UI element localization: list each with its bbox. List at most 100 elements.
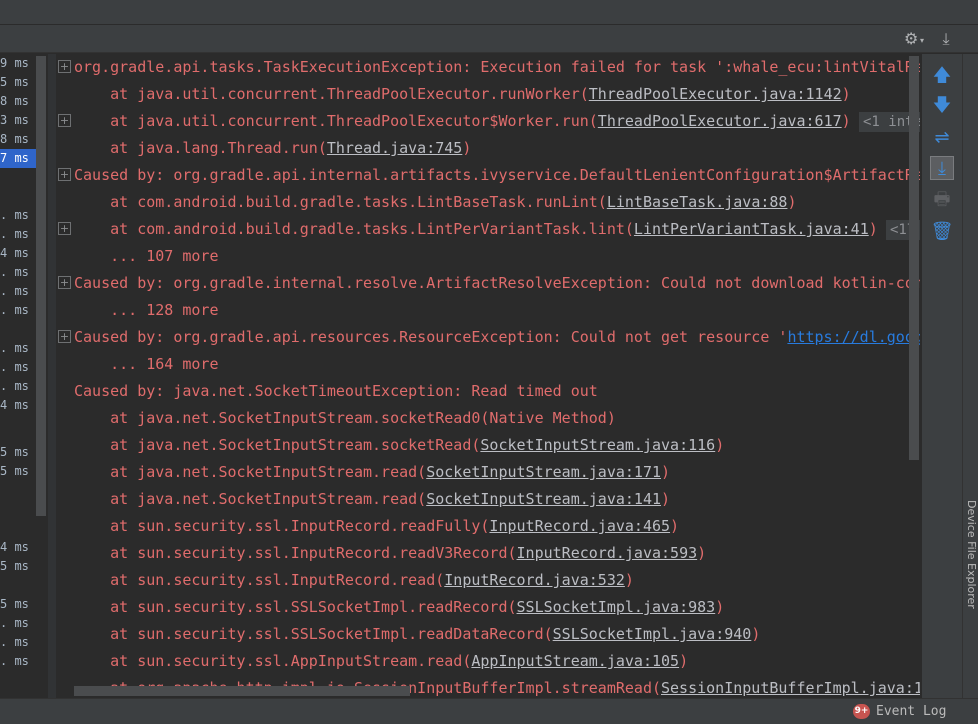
console-text-suffix: ) (841, 85, 851, 103)
console-text-prefix: at java.net.SocketInputStream.socketRead… (74, 436, 481, 454)
timing-item[interactable]: 7 ms (0, 149, 36, 168)
download-icon[interactable]: ⤓ (936, 29, 956, 49)
timing-item[interactable]: 5 ms (0, 595, 36, 614)
event-log-badge[interactable]: 9+ (853, 704, 870, 719)
timing-item[interactable]: 3 ms (0, 111, 36, 130)
source-file-link[interactable]: AppInputStream.java:105 (471, 652, 679, 670)
timing-item[interactable]: 5 ms (0, 443, 36, 462)
console-text-suffix: ) (670, 517, 680, 535)
source-file-link[interactable]: InputRecord.java:532 (444, 571, 625, 589)
timing-item[interactable]: . ms (0, 358, 36, 377)
source-file-link[interactable]: SocketInputStream.java:141 (426, 490, 661, 508)
console-text-prefix: at com.android.build.gradle.tasks.LintPe… (74, 220, 634, 238)
panel-splitter[interactable] (48, 54, 56, 698)
timing-item[interactable]: 5 ms (0, 462, 36, 481)
source-file-link[interactable]: InputRecord.java:593 (517, 544, 698, 562)
console-text-suffix: ) (679, 652, 689, 670)
run-toolbar: ⚙ ▾ ⤓ (0, 25, 978, 53)
timing-item[interactable]: 4 ms (0, 244, 36, 263)
expand-fold-icon[interactable]: + (58, 114, 71, 127)
source-file-link[interactable]: SocketInputStream.java:116 (480, 436, 715, 454)
timing-item[interactable]: . ms (0, 633, 36, 652)
scroll-up-icon[interactable]: 🡅 (930, 64, 954, 88)
timing-item[interactable]: . ms (0, 652, 36, 671)
device-file-explorer-tab[interactable]: Device File Explorer (965, 500, 978, 660)
scroll-down-icon[interactable]: 🡇 (930, 94, 954, 118)
timing-item[interactable]: 4 ms (0, 538, 36, 557)
chevron-down-icon: ▾ (920, 36, 925, 45)
timing-item[interactable]: 4 ms (0, 396, 36, 415)
print-icon[interactable]: 🖶 (930, 188, 954, 212)
console-text: at java.net.SocketInputStream.socketRead… (74, 432, 724, 459)
console-text-prefix: at sun.security.ssl.InputRecord.readFull… (74, 517, 490, 535)
console-text-prefix: ... 107 more (74, 247, 219, 265)
expand-fold-icon[interactable]: + (58, 276, 71, 289)
console-text: Caused by: org.gradle.api.internal.artif… (74, 162, 920, 189)
timing-item[interactable]: . ms (0, 282, 36, 301)
console-text: at sun.security.ssl.SSLSocketImpl.readDa… (74, 621, 760, 648)
console-text: at sun.security.ssl.InputRecord.readV3Re… (74, 540, 706, 567)
timing-item[interactable]: . ms (0, 614, 36, 633)
timing-item[interactable]: 5 ms (0, 557, 36, 576)
console-vertical-scrollbar[interactable] (909, 56, 919, 460)
console-line: + at java.util.concurrent.ThreadPoolExec… (56, 108, 920, 135)
console-text: at sun.security.ssl.InputRecord.read(Inp… (74, 567, 634, 594)
timing-item[interactable]: 9 ms (0, 54, 36, 73)
timing-item[interactable]: 5 ms (0, 73, 36, 92)
timing-item[interactable]: . ms (0, 225, 36, 244)
console-horizontal-scrollbar[interactable] (74, 686, 410, 696)
soft-wrap-icon[interactable]: ⇌ (930, 126, 954, 150)
console-text-suffix: ) (462, 139, 472, 157)
left-scrollbar-thumb[interactable] (36, 56, 46, 516)
source-file-link[interactable]: LintPerVariantTask.java:41 (634, 220, 869, 238)
console-line: at sun.security.ssl.InputRecord.readFull… (56, 513, 920, 540)
source-file-link[interactable]: Thread.java:745 (327, 139, 462, 157)
console-text: org.gradle.api.tasks.TaskExecutionExcept… (74, 54, 920, 81)
console-text-prefix: Caused by: org.gradle.api.resources.Reso… (74, 328, 788, 346)
console-text-suffix: ) (787, 193, 797, 211)
console-text-prefix: at java.lang.Thread.run( (74, 139, 327, 157)
source-file-link[interactable]: SSLSocketImpl.java:983 (517, 598, 716, 616)
expand-fold-icon[interactable]: + (58, 222, 71, 235)
source-file-link[interactable]: SessionInputBufferImpl.java:139 (661, 679, 920, 697)
source-file-link[interactable]: ThreadPoolExecutor.java:1142 (589, 85, 842, 103)
source-file-link[interactable]: LintBaseTask.java:88 (607, 193, 788, 211)
console-line: at sun.security.ssl.InputRecord.read(Inp… (56, 567, 920, 594)
console-text: at sun.security.ssl.InputRecord.readFull… (74, 513, 679, 540)
timing-item[interactable]: . ms (0, 263, 36, 282)
resource-url-link[interactable]: https://dl.google.com (787, 328, 920, 346)
build-output-console[interactable]: + org.gradle.api.tasks.TaskExecutionExcep… (56, 54, 920, 698)
event-log-label[interactable]: Event Log (876, 702, 946, 722)
timing-item[interactable]: . ms (0, 377, 36, 396)
console-line: at sun.security.ssl.SSLSocketImpl.readRe… (56, 594, 920, 621)
expand-fold-icon[interactable]: + (58, 168, 71, 181)
source-file-link[interactable]: InputRecord.java:465 (489, 517, 670, 535)
timing-item[interactable]: . ms (0, 339, 36, 358)
console-text: at java.net.SocketInputStream.socketRead… (74, 405, 616, 432)
timing-item[interactable]: 8 ms (0, 92, 36, 111)
console-text: at java.lang.Thread.run(Thread.java:745) (74, 135, 471, 162)
console-text-suffix: ) (751, 625, 761, 643)
timing-item[interactable]: . ms (0, 206, 36, 225)
timing-item[interactable]: . ms (0, 301, 36, 320)
console-line: + at com.android.build.gradle.tasks.Lint… (56, 216, 920, 243)
expand-fold-icon[interactable]: + (58, 330, 71, 343)
source-file-link[interactable]: SocketInputStream.java:171 (426, 463, 661, 481)
console-line: at java.net.SocketInputStream.read(Socke… (56, 459, 920, 486)
clear-all-icon[interactable]: 🗑 (930, 220, 954, 244)
console-line: + Caused by: org.gradle.api.resources.Res… (56, 324, 920, 351)
timing-item[interactable]: 8 ms (0, 130, 36, 149)
console-text: Caused by: java.net.SocketTimeoutExcepti… (74, 378, 598, 405)
expand-fold-icon[interactable]: + (58, 60, 71, 73)
console-text: at java.util.concurrent.ThreadPoolExecut… (74, 108, 851, 135)
console-line: at java.lang.Thread.run(Thread.java:745) (56, 135, 920, 162)
console-text: ... 164 more (74, 351, 218, 378)
source-file-link[interactable]: ThreadPoolExecutor.java:617 (598, 112, 842, 130)
source-file-link[interactable]: SSLSocketImpl.java:940 (553, 625, 752, 643)
gear-icon[interactable]: ⚙ ▾ (904, 29, 928, 49)
console-text-suffix: ) (715, 598, 725, 616)
console-text-prefix: Caused by: org.gradle.api.internal.artif… (74, 166, 920, 184)
console-line: + org.gradle.api.tasks.TaskExecutionExcep… (56, 54, 920, 81)
scroll-to-end-icon[interactable]: ⤓ (930, 156, 954, 180)
console-text: at sun.security.ssl.AppInputStream.read(… (74, 648, 688, 675)
